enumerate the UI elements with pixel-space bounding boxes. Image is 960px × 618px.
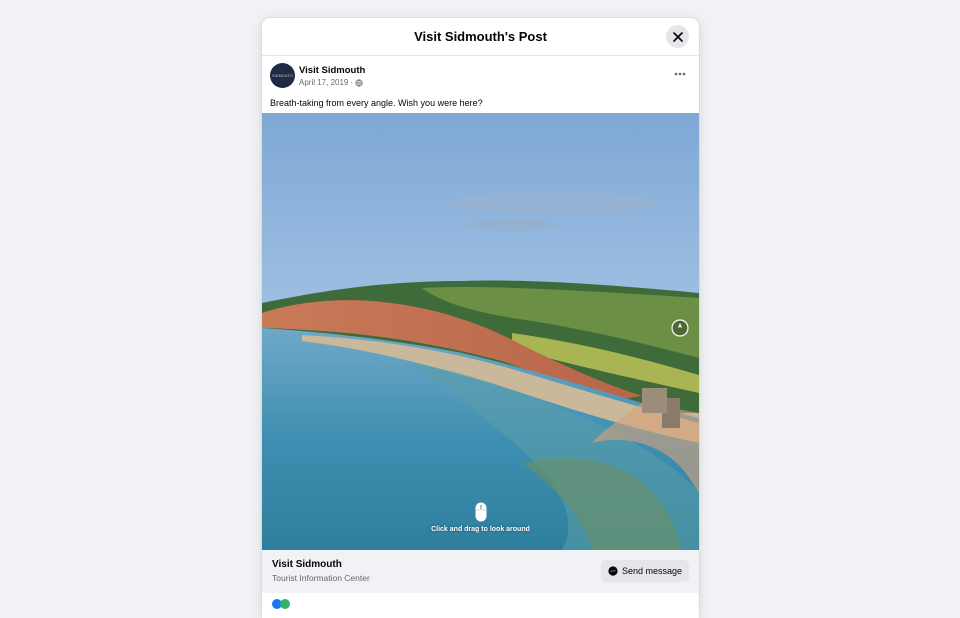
compass-icon — [671, 319, 689, 337]
ellipsis-icon — [674, 72, 686, 76]
post-dialog: Visit Sidmouth's Post SIDMOUTH Visit Sid… — [262, 18, 699, 618]
post-caption: Breath-taking from every angle. Wish you… — [270, 98, 483, 108]
more-options-button[interactable] — [671, 66, 689, 82]
dialog-title: Visit Sidmouth's Post — [414, 29, 547, 44]
post-author[interactable]: Visit Sidmouth — [299, 65, 365, 76]
love-reaction-icon[interactable] — [280, 599, 290, 609]
avatar[interactable]: SIDMOUTH — [270, 63, 295, 88]
globe-icon — [355, 78, 363, 87]
mouse-icon — [475, 502, 486, 522]
close-icon — [672, 31, 683, 42]
page-card: Visit Sidmouth Tourist Information Cente… — [262, 550, 699, 593]
reactions-bar — [262, 593, 699, 618]
post-meta: April 17, 2019 · — [299, 78, 363, 87]
send-message-label: Send message — [621, 566, 682, 576]
meta-separator: · — [350, 78, 354, 87]
page-name[interactable]: Visit Sidmouth — [272, 559, 342, 570]
page-category: Tourist Information Center — [272, 573, 370, 583]
compass-button[interactable] — [671, 319, 689, 337]
coastline-image — [262, 113, 699, 550]
avatar-text: SIDMOUTH — [272, 73, 293, 78]
send-message-button[interactable]: Send message — [600, 560, 689, 582]
panorama-photo[interactable]: Click and drag to look around — [262, 113, 699, 550]
messenger-icon — [608, 566, 618, 576]
drag-hint-text: Click and drag to look around — [431, 526, 530, 533]
post-date[interactable]: April 17, 2019 — [299, 78, 348, 87]
drag-hint: Click and drag to look around — [262, 502, 699, 533]
post-header: SIDMOUTH Visit Sidmouth April 17, 2019 · — [262, 56, 699, 98]
dialog-header: Visit Sidmouth's Post — [262, 18, 699, 56]
close-button[interactable] — [666, 25, 689, 48]
